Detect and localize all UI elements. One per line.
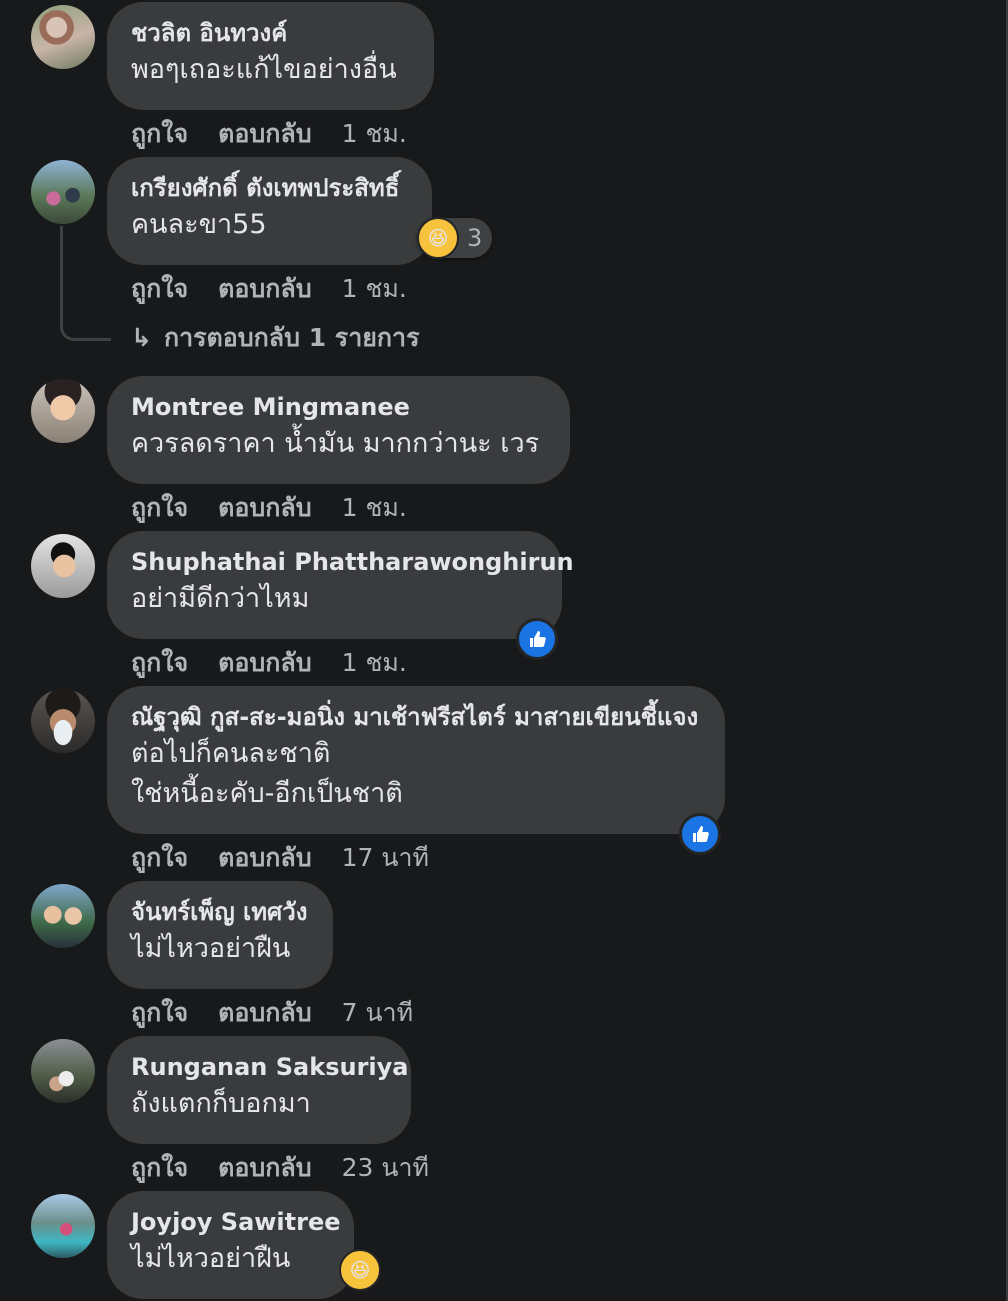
comment-author[interactable]: เกรียงศักดิ์ ตังเทพประสิทธิ์ bbox=[131, 171, 408, 205]
reply-button[interactable]: ตอบกลับ bbox=[218, 1148, 311, 1188]
reaction-count: 3 bbox=[467, 224, 483, 252]
avatar[interactable] bbox=[31, 5, 95, 69]
comment-actions: ถูกใจ ตอบกลับ 17 นาที bbox=[131, 838, 459, 878]
avatar[interactable] bbox=[31, 160, 95, 224]
like-button[interactable]: ถูกใจ bbox=[131, 643, 188, 683]
comment-actions: ถูกใจ ตอบกลับ 1 ชม. bbox=[131, 643, 437, 683]
comment-text: อย่ามีดีกว่าไหม bbox=[131, 583, 310, 614]
reaction-summary[interactable] bbox=[679, 813, 721, 855]
comment-bubble: ชวลิต อินทวงค์ พอๆเถอะแก้ไขอย่างอื่น bbox=[107, 2, 434, 110]
comment-author[interactable]: ณัฐวุฒิ กูส-สะ-มอนิ่ง มาเช้าฟรีสไตร์ มาส… bbox=[131, 700, 701, 734]
comment-author[interactable]: Montree Mingmanee bbox=[131, 390, 546, 424]
comment-bubble: Runganan Saksuriya ถังแตกก็บอกมา bbox=[107, 1036, 411, 1144]
comment-author[interactable]: Joyjoy Sawitree bbox=[131, 1205, 341, 1239]
avatar[interactable] bbox=[31, 1194, 95, 1258]
comment-bubble: Joyjoy Sawitree ไม่ไหวอย่าฝืน bbox=[107, 1191, 354, 1299]
comment-timestamp[interactable]: 17 นาที bbox=[342, 838, 429, 878]
reply-button[interactable]: ตอบกลับ bbox=[218, 114, 311, 154]
reply-button[interactable]: ตอบกลับ bbox=[218, 993, 311, 1033]
comment-actions: ถูกใจ ตอบกลับ 1 ชม. bbox=[131, 269, 437, 309]
comment-text: ควรลดราคา น้ำมัน มากกว่านะ เวร bbox=[131, 428, 540, 459]
reaction-summary[interactable] bbox=[516, 618, 558, 660]
haha-icon: 😆 bbox=[339, 1249, 381, 1291]
avatar[interactable] bbox=[31, 534, 95, 598]
view-replies-link[interactable]: ↳ การตอบกลับ 1 รายการ bbox=[131, 318, 420, 358]
replies-label: การตอบกลับ 1 รายการ bbox=[163, 323, 420, 352]
comment-text: ถังแตกก็บอกมา bbox=[131, 1088, 311, 1119]
comment-timestamp[interactable]: 23 นาที bbox=[342, 1148, 429, 1188]
comment-actions: ถูกใจ ตอบกลับ 1 ชม. bbox=[131, 488, 437, 528]
comment-timestamp[interactable]: 7 นาที bbox=[342, 993, 413, 1033]
comment-author[interactable]: จันทร์เพ็ญ เทศวัง bbox=[131, 895, 309, 929]
comment-text: พอๆเถอะแก้ไขอย่างอื่น bbox=[131, 54, 397, 85]
like-icon bbox=[516, 618, 558, 660]
comment-timestamp[interactable]: 1 ชม. bbox=[342, 643, 407, 683]
comment-actions: ถูกใจ ตอบกลับ 23 นาที bbox=[131, 1148, 459, 1188]
comment-author[interactable]: ชวลิต อินทวงค์ bbox=[131, 16, 410, 50]
comment-text: ไม่ไหวอย่าฝืน bbox=[131, 1243, 291, 1274]
comment-bubble: Montree Mingmanee ควรลดราคา น้ำมัน มากกว… bbox=[107, 376, 570, 484]
avatar[interactable] bbox=[31, 379, 95, 443]
reply-button[interactable]: ตอบกลับ bbox=[218, 838, 311, 878]
reaction-summary[interactable]: 😆 bbox=[339, 1249, 381, 1291]
comment-timestamp[interactable]: 1 ชม. bbox=[342, 488, 407, 528]
comment-bubble: Shuphathai Phattharawonghirun อย่ามีดีกว… bbox=[107, 531, 574, 639]
avatar[interactable] bbox=[31, 1039, 95, 1103]
comment-bubble: จันทร์เพ็ญ เทศวัง ไม่ไหวอย่าฝืน bbox=[107, 881, 333, 989]
like-button[interactable]: ถูกใจ bbox=[131, 114, 188, 154]
comment-timestamp[interactable]: 1 ชม. bbox=[342, 269, 407, 309]
reply-button[interactable]: ตอบกลับ bbox=[218, 643, 311, 683]
thread-connector bbox=[60, 226, 111, 341]
comment-actions: ถูกใจ ตอบกลับ 1 ชม. bbox=[131, 114, 437, 154]
reply-arrow-icon: ↳ bbox=[131, 323, 152, 352]
reply-button[interactable]: ตอบกลับ bbox=[218, 488, 311, 528]
haha-icon: 😆 bbox=[417, 217, 459, 259]
avatar[interactable] bbox=[31, 884, 95, 948]
comment-text: คนละขา55 bbox=[131, 209, 267, 240]
reply-button[interactable]: ตอบกลับ bbox=[218, 269, 311, 309]
comment-timestamp[interactable]: 1 ชม. bbox=[342, 114, 407, 154]
comment-text: ต่อไปก็คนละชาติ bbox=[131, 738, 331, 769]
comment-author[interactable]: Runganan Saksuriya bbox=[131, 1050, 408, 1084]
like-button[interactable]: ถูกใจ bbox=[131, 993, 188, 1033]
like-icon bbox=[679, 813, 721, 855]
reaction-summary[interactable]: 😆 3 bbox=[417, 217, 493, 259]
comment-bubble: เกรียงศักดิ์ ตังเทพประสิทธิ์ คนละขา55 bbox=[107, 157, 432, 265]
comment-bubble: ณัฐวุฒิ กูส-สะ-มอนิ่ง มาเช้าฟรีสไตร์ มาส… bbox=[107, 686, 725, 834]
comment-author[interactable]: Shuphathai Phattharawonghirun bbox=[131, 545, 574, 579]
like-button[interactable]: ถูกใจ bbox=[131, 1148, 188, 1188]
comment-text: ไม่ไหวอย่าฝืน bbox=[131, 933, 291, 964]
like-button[interactable]: ถูกใจ bbox=[131, 488, 188, 528]
like-button[interactable]: ถูกใจ bbox=[131, 269, 188, 309]
comment-text: ใช่หนี้อะคับ-อีกเป็นชาติ bbox=[131, 778, 403, 809]
comment-actions: ถูกใจ ตอบกลับ 7 นาที bbox=[131, 993, 443, 1033]
like-button[interactable]: ถูกใจ bbox=[131, 838, 188, 878]
avatar[interactable] bbox=[31, 689, 95, 753]
